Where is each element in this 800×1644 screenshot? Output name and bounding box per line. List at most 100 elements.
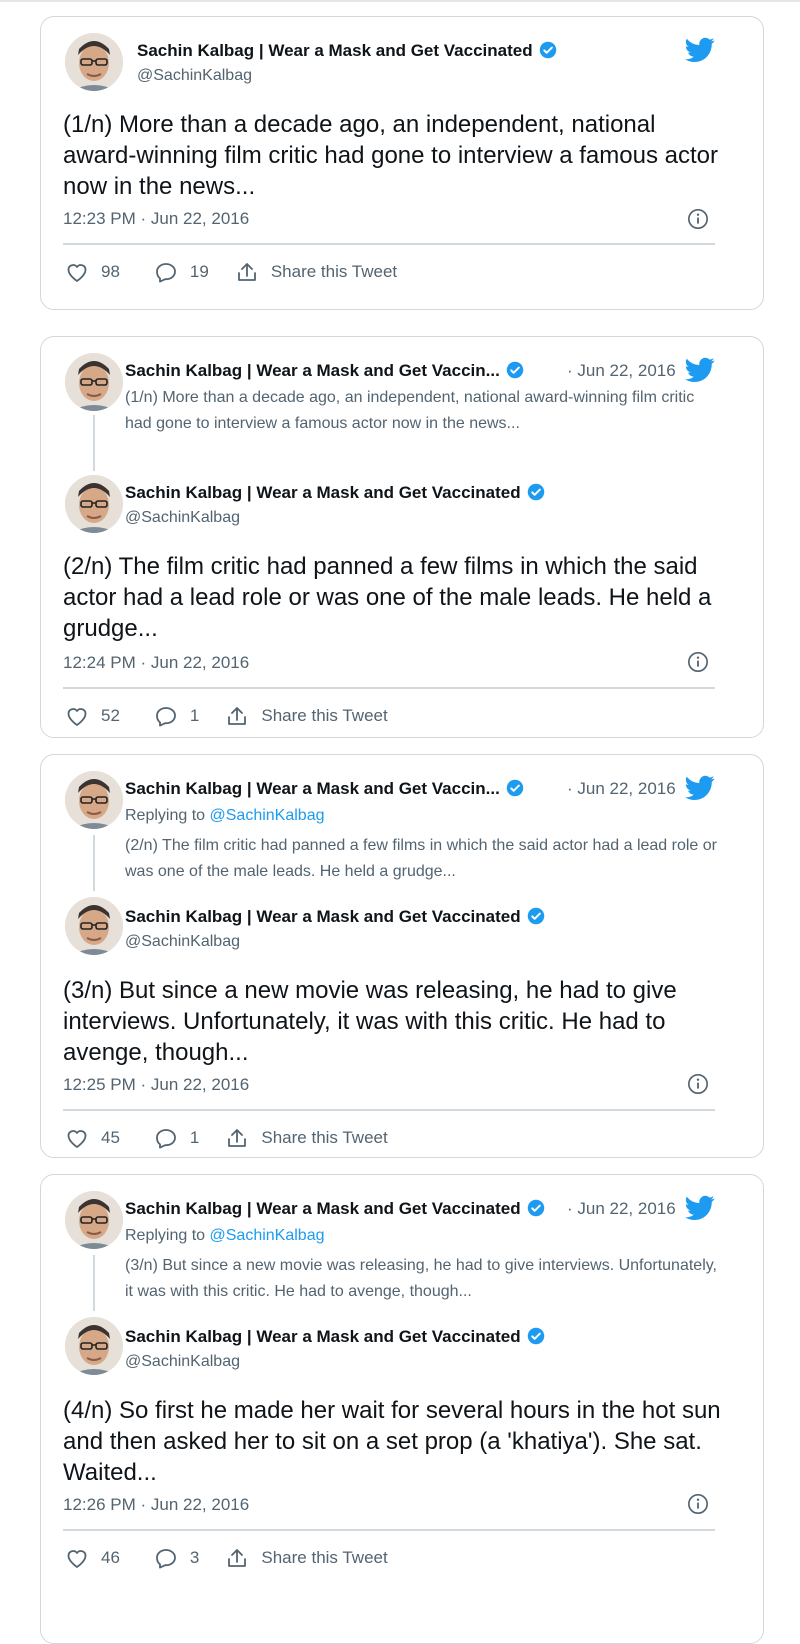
parent-tweet-text[interactable]: (3/n) But since a new movie was releasin… xyxy=(125,1253,725,1305)
author-name[interactable]: Sachin Kalbag | Wear a Mask and Get Vacc… xyxy=(125,1327,545,1347)
like-button[interactable]: 52 xyxy=(65,705,120,727)
replying-to-line: Replying to @SachinKalbag xyxy=(125,1227,324,1245)
verified-badge-icon xyxy=(527,483,545,501)
thread-connector xyxy=(93,415,95,471)
like-count: 46 xyxy=(101,1548,120,1567)
parent-date[interactable]: · Jun 22, 2016 xyxy=(567,1199,676,1219)
twitter-bird-icon[interactable] xyxy=(685,37,715,63)
author-avatar[interactable] xyxy=(65,33,123,91)
replying-mention-link[interactable]: @SachinKalbag xyxy=(210,1227,325,1244)
share-label: Share this Tweet xyxy=(261,706,388,725)
parent-author-avatar[interactable] xyxy=(65,771,123,829)
parent-date[interactable]: · Jun 22, 2016 xyxy=(567,361,676,381)
like-button[interactable]: 46 xyxy=(65,1547,120,1569)
like-button[interactable]: 45 xyxy=(65,1127,120,1149)
share-icon xyxy=(228,707,247,725)
parent-author-name-text[interactable]: Sachin Kalbag | Wear a Mask and Get Vacc… xyxy=(125,361,500,380)
info-icon[interactable] xyxy=(687,1493,709,1515)
share-button[interactable]: Share this Tweet xyxy=(225,1547,388,1569)
replying-mention-link[interactable]: @SachinKalbag xyxy=(210,807,325,824)
replying-prefix: Replying to xyxy=(125,807,210,824)
author-handle[interactable]: @SachinKalbag xyxy=(125,933,240,951)
author-handle[interactable]: @SachinKalbag xyxy=(125,509,240,527)
tweet-timestamp[interactable]: 12:24 PM · Jun 22, 2016 xyxy=(63,653,249,673)
author-handle[interactable]: @SachinKalbag xyxy=(137,67,252,85)
parent-tweet-text[interactable]: (1/n) More than a decade ago, an indepen… xyxy=(125,385,715,437)
thread-connector xyxy=(93,1255,95,1311)
like-button[interactable]: 98 xyxy=(65,261,120,283)
reply-count: 1 xyxy=(189,706,200,725)
share-button[interactable]: Share this Tweet xyxy=(225,1127,388,1149)
verified-badge-icon xyxy=(539,41,557,59)
info-icon[interactable] xyxy=(687,1073,709,1095)
tweet-actions: 98 19 Share this Tweet xyxy=(65,261,397,283)
parent-author-avatar[interactable] xyxy=(65,1191,123,1249)
share-icon xyxy=(228,1549,247,1567)
info-icon[interactable] xyxy=(687,651,709,673)
verified-badge-icon xyxy=(527,907,545,925)
reply-button[interactable]: 3 xyxy=(154,1547,199,1569)
tweet-card-1[interactable]: Sachin Kalbag | Wear a Mask and Get Vacc… xyxy=(40,16,764,310)
share-icon xyxy=(228,1129,247,1147)
parent-author-name-text[interactable]: Sachin Kalbag | Wear a Mask and Get Vacc… xyxy=(125,779,500,798)
parent-date[interactable]: · Jun 22, 2016 xyxy=(567,779,676,799)
replying-to-line: Replying to @SachinKalbag xyxy=(125,807,324,825)
reply-button[interactable]: 1 xyxy=(154,705,199,727)
share-button[interactable]: Share this Tweet xyxy=(235,261,397,283)
author-avatar[interactable] xyxy=(65,1317,123,1375)
page-top-border xyxy=(0,0,800,2)
verified-badge-icon xyxy=(506,779,524,797)
author-name-text[interactable]: Sachin Kalbag | Wear a Mask and Get Vacc… xyxy=(137,41,533,60)
tweet-timestamp[interactable]: 12:26 PM · Jun 22, 2016 xyxy=(63,1495,249,1515)
parent-author-name[interactable]: Sachin Kalbag | Wear a Mask and Get Vacc… xyxy=(125,361,524,381)
twitter-bird-icon[interactable] xyxy=(685,775,715,801)
thread-connector xyxy=(93,835,95,891)
reply-button[interactable]: 19 xyxy=(154,261,209,283)
share-button[interactable]: Share this Tweet xyxy=(225,705,388,727)
heart-icon xyxy=(67,708,87,726)
reply-count: 19 xyxy=(189,262,209,281)
reply-bubble-icon xyxy=(156,1549,176,1569)
tweet-text: (3/n) But since a new movie was releasin… xyxy=(63,977,677,1066)
author-name[interactable]: Sachin Kalbag | Wear a Mask and Get Vacc… xyxy=(125,483,545,503)
share-label: Share this Tweet xyxy=(261,1548,388,1567)
author-name[interactable]: Sachin Kalbag | Wear a Mask and Get Vacc… xyxy=(125,907,545,927)
tweet-text: (1/n) More than a decade ago, an indepen… xyxy=(63,111,718,200)
tweet-divider xyxy=(63,1109,715,1111)
tweet-text: (4/n) So first he made her wait for seve… xyxy=(63,1397,721,1486)
tweet-actions: 45 1 Share this Tweet xyxy=(65,1127,388,1149)
tweet-timestamp[interactable]: 12:25 PM · Jun 22, 2016 xyxy=(63,1075,249,1095)
tweet-card-3[interactable]: Sachin Kalbag | Wear a Mask and Get Vacc… xyxy=(40,754,764,1158)
tweet-timestamp[interactable]: 12:23 PM · Jun 22, 2016 xyxy=(63,209,249,229)
parent-author-name[interactable]: Sachin Kalbag | Wear a Mask and Get Vacc… xyxy=(125,779,524,799)
tweet-actions: 52 1 Share this Tweet xyxy=(65,705,388,727)
twitter-bird-icon[interactable] xyxy=(685,1195,715,1221)
author-name[interactable]: Sachin Kalbag | Wear a Mask and Get Vacc… xyxy=(137,41,557,61)
heart-icon xyxy=(67,264,87,282)
parent-tweet-text[interactable]: (2/n) The film critic had panned a few f… xyxy=(125,833,725,885)
twitter-bird-icon[interactable] xyxy=(685,357,715,383)
replying-prefix: Replying to xyxy=(125,1227,210,1244)
verified-badge-icon xyxy=(527,1199,545,1217)
author-name-text[interactable]: Sachin Kalbag | Wear a Mask and Get Vacc… xyxy=(125,483,521,502)
author-name-text[interactable]: Sachin Kalbag | Wear a Mask and Get Vacc… xyxy=(125,1327,521,1346)
share-label: Share this Tweet xyxy=(270,262,398,281)
tweet-card-4[interactable]: Sachin Kalbag | Wear a Mask and Get Vacc… xyxy=(40,1174,764,1644)
author-avatar[interactable] xyxy=(65,897,123,955)
author-name-text[interactable]: Sachin Kalbag | Wear a Mask and Get Vacc… xyxy=(125,907,521,926)
like-count: 98 xyxy=(101,262,120,281)
tweet-actions: 46 3 Share this Tweet xyxy=(65,1547,388,1569)
author-avatar[interactable] xyxy=(65,475,123,533)
heart-icon xyxy=(67,1130,87,1148)
parent-author-avatar[interactable] xyxy=(65,353,123,411)
author-handle[interactable]: @SachinKalbag xyxy=(125,1353,240,1371)
tweet-divider xyxy=(63,243,715,245)
tweet-card-2[interactable]: Sachin Kalbag | Wear a Mask and Get Vacc… xyxy=(40,336,764,738)
parent-author-name[interactable]: Sachin Kalbag | Wear a Mask and Get Vacc… xyxy=(125,1199,545,1219)
like-count: 52 xyxy=(101,706,120,725)
parent-author-name-text[interactable]: Sachin Kalbag | Wear a Mask and Get Vacc… xyxy=(125,1199,521,1218)
verified-badge-icon xyxy=(506,361,524,379)
info-icon[interactable] xyxy=(687,208,709,230)
reply-count: 1 xyxy=(189,1128,200,1147)
reply-button[interactable]: 1 xyxy=(154,1127,199,1149)
